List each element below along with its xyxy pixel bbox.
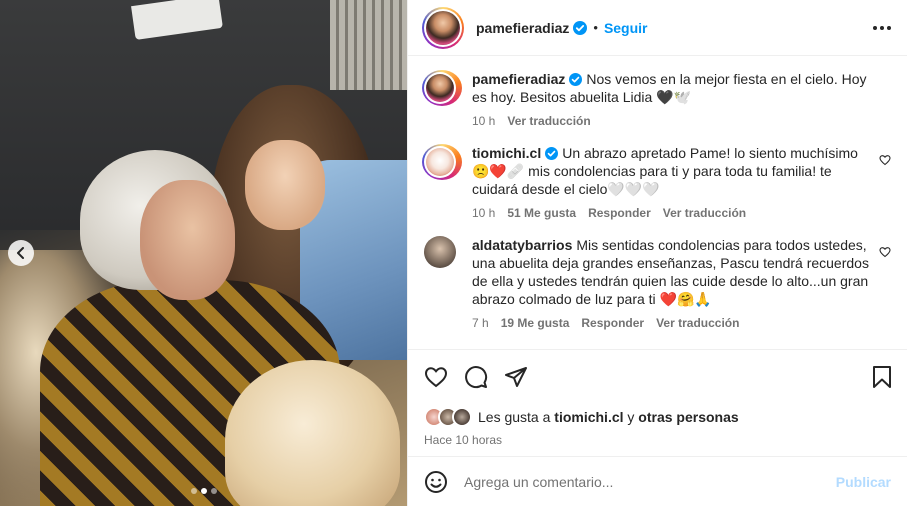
comment-time[interactable]: 7 h (472, 316, 489, 330)
comment-avatar[interactable] (424, 236, 456, 268)
list-item: aldatatybarrios Mis sentidas condolencias… (422, 236, 891, 330)
separator-dot: • (593, 20, 598, 35)
caption-avatar[interactable] (422, 70, 462, 106)
reply-button[interactable]: Responder (581, 316, 644, 330)
comment-time[interactable]: 10 h (472, 114, 495, 128)
list-item: tiomichi.cl Un abrazo apretado Pame! lo s… (422, 144, 891, 220)
carousel-dot (190, 488, 197, 494)
comments-list[interactable]: pamefieradiaz Nos vemos en la mejor fiest… (408, 56, 907, 349)
verified-badge-icon (545, 147, 559, 160)
author-avatar-ring[interactable] (422, 6, 464, 49)
emoji-icon[interactable] (424, 470, 448, 494)
comment-time[interactable]: 10 h (472, 206, 495, 220)
post-details-panel: pamefieradiaz • Seguir pamefieradiazNos (407, 0, 907, 506)
like-comment-heart-icon[interactable] (879, 154, 891, 166)
carousel-dot (210, 488, 217, 494)
like-comment-heart-icon[interactable] (879, 246, 891, 258)
comment-likes[interactable]: 19 Me gusta (501, 316, 570, 330)
post-header: pamefieradiaz • Seguir (408, 0, 907, 56)
comment-username[interactable]: pamefieradiaz (472, 71, 565, 87)
carousel-indicator (0, 488, 407, 494)
carousel-dot-active (200, 488, 207, 494)
follow-button[interactable]: Seguir (604, 20, 648, 36)
verified-badge-icon (573, 20, 588, 35)
comment-username[interactable]: tiomichi.cl (472, 145, 541, 161)
avatar (426, 10, 460, 45)
add-comment-bar: Publicar (408, 456, 907, 506)
see-translation-link[interactable]: Ver traducción (656, 316, 739, 330)
avatar (426, 148, 454, 176)
reply-button[interactable]: Responder (588, 206, 651, 220)
comment-likes[interactable]: 51 Me gusta (507, 206, 576, 220)
photo-child (225, 360, 400, 506)
comment-input[interactable] (464, 473, 836, 490)
likes-others-link[interactable]: otras personas (638, 409, 738, 425)
likes-user-link[interactable]: tiomichi.cl (554, 409, 623, 425)
comment-avatar[interactable] (422, 144, 462, 180)
like-heart-icon[interactable] (424, 365, 448, 389)
photo-grandma-face (140, 180, 235, 300)
share-paper-plane-icon[interactable] (504, 365, 528, 389)
carousel-prev-button[interactable] (8, 240, 34, 266)
publish-button[interactable]: Publicar (836, 474, 891, 490)
likes-joiner: y (627, 409, 635, 425)
likes-prefix: Les gusta a (478, 409, 551, 425)
post-actions (408, 349, 907, 403)
avatar (452, 407, 472, 427)
save-bookmark-icon[interactable] (871, 365, 893, 389)
comment-bubble-icon[interactable] (464, 365, 488, 389)
caption: pamefieradiaz Nos vemos en la mejor fiest… (422, 70, 891, 128)
likes-summary: Les gusta a tiomichi.cl y otras personas (408, 403, 907, 431)
verified-badge-icon (569, 73, 583, 86)
post-photo[interactable] (0, 0, 407, 506)
liker-avatars (424, 407, 472, 427)
photo-woman-face (245, 140, 325, 230)
post-timestamp[interactable]: Hace 10 horas (408, 433, 907, 447)
see-translation-link[interactable]: Ver traducción (663, 206, 746, 220)
comment-username[interactable]: aldatatybarrios (472, 237, 572, 253)
see-translation-link[interactable]: Ver traducción (507, 114, 590, 128)
more-options-icon[interactable] (873, 25, 891, 30)
chevron-left-icon (17, 247, 24, 259)
photo-window (330, 0, 407, 90)
avatar (426, 74, 454, 102)
author-username[interactable]: pamefieradiaz (476, 20, 569, 36)
